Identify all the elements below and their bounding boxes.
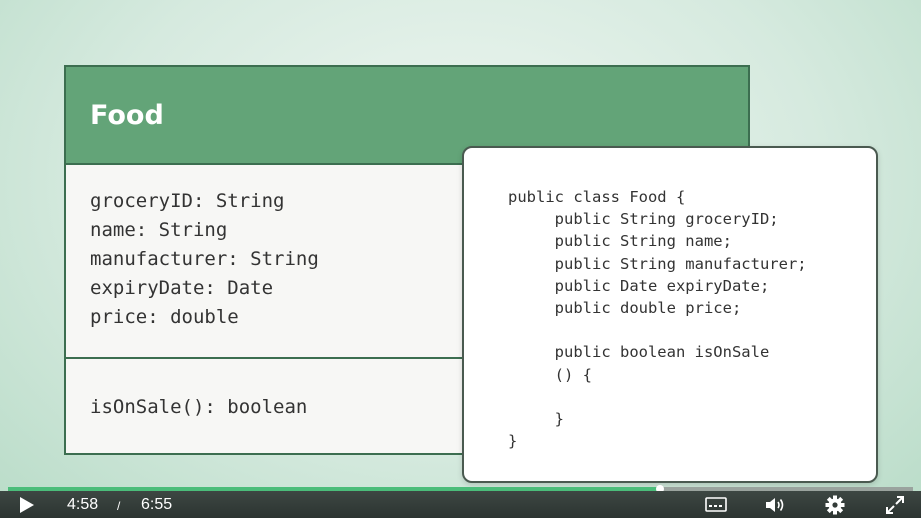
code-line: () { [508, 365, 592, 384]
volume-button[interactable] [764, 496, 788, 514]
captions-icon [705, 497, 727, 512]
code-card: public class Food { public String grocer… [462, 146, 878, 483]
code-line: } [508, 432, 518, 451]
video-player-controls: 4:58 / 6:55 [0, 485, 921, 518]
code-line: public String name; [508, 232, 732, 251]
uml-class-name: Food [90, 99, 164, 131]
code-line: public Date expiryDate; [508, 276, 770, 295]
code-line: public boolean isOnSale [508, 343, 770, 362]
duration: 6:55 [141, 496, 173, 513]
current-time: 4:58 [67, 496, 99, 513]
fullscreen-button[interactable] [884, 495, 906, 515]
time-separator: / [117, 499, 121, 513]
code-line: public String groceryID; [508, 210, 779, 229]
code-block: public class Food { public String grocer… [508, 186, 807, 452]
fullscreen-icon [886, 496, 904, 514]
volume-icon [766, 498, 784, 512]
code-line: public double price; [508, 299, 742, 318]
captions-button[interactable] [704, 496, 728, 514]
play-icon [20, 497, 34, 513]
play-button[interactable] [16, 496, 38, 514]
settings-icon [825, 495, 845, 515]
control-bar: 4:58 / 6:55 [0, 491, 921, 518]
settings-button[interactable] [824, 495, 846, 515]
code-line: } [508, 410, 564, 429]
code-line: public class Food { [508, 188, 686, 206]
code-line: public String manufacturer; [508, 254, 807, 273]
